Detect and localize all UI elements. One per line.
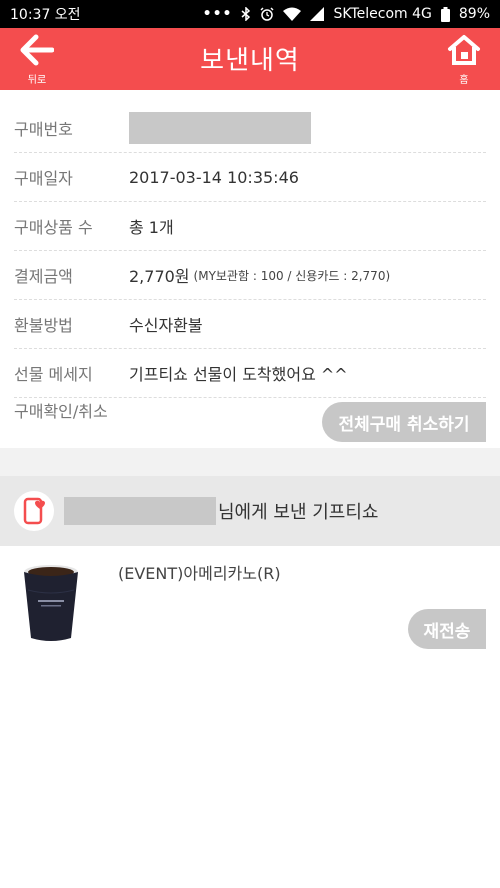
gift-message-value: 기프티쇼 선물이 도착했어요 ^^ (129, 365, 348, 384)
battery-icon (440, 6, 450, 22)
refund-method-row: 환불방법 수신자환불 (14, 300, 486, 349)
status-bar: 10:37 오전 ••• SKTelecom 4G 89% (0, 0, 500, 28)
more-dots-icon: ••• (202, 6, 233, 22)
section-divider (0, 448, 500, 476)
resend-button[interactable]: 재전송 (408, 609, 486, 649)
recipient-name-masked (64, 497, 216, 525)
payment-value: 2,770원 (129, 267, 190, 286)
confirm-cancel-label: 구매확인/취소 (14, 402, 108, 421)
purchase-date-value: 2017-03-14 10:35:46 (129, 167, 299, 187)
item-count-row: 구매상품 수 총 1개 (14, 202, 486, 251)
refund-method-label: 환불방법 (14, 316, 73, 335)
status-time: 10:37 오전 (10, 7, 81, 23)
signal-icon (310, 7, 325, 21)
payment-label: 결제금액 (14, 267, 73, 286)
home-label: 홈 (459, 75, 469, 86)
refund-method-value: 수신자환불 (129, 316, 203, 335)
item-count-label: 구매상품 수 (14, 218, 93, 237)
payment-detail: (MY보관함 : 100 / 신용카드 : 2,770) (193, 268, 391, 283)
order-number-masked (129, 112, 311, 144)
bluetooth-icon (241, 7, 251, 21)
gift-product-name[interactable]: (EVENT)아메리카노(R) (118, 560, 281, 584)
recipient-suffix: 님에게 보낸 기프티쇼 (218, 502, 379, 523)
battery-percent: 89% (458, 6, 490, 22)
cancel-all-purchase-button[interactable]: 전체구매 취소하기 (322, 402, 486, 442)
purchase-date-label: 구매일자 (14, 169, 73, 188)
order-number-row: 구매번호 (14, 104, 486, 153)
app-header: 뒤로 보낸내역 홈 (0, 28, 500, 90)
recipient-bar: 님에게 보낸 기프티쇼 (0, 476, 500, 546)
home-icon (447, 34, 481, 70)
home-button[interactable]: 홈 (444, 34, 484, 86)
wifi-icon (283, 7, 302, 21)
payment-row: 결제금액 2,770원 (MY보관함 : 100 / 신용카드 : 2,770) (14, 251, 486, 300)
gift-phone-icon (14, 491, 54, 531)
gift-message-row: 선물 메세지 기프티쇼 선물이 도착했어요 ^^ (14, 349, 486, 398)
gift-message-label: 선물 메세지 (14, 365, 93, 384)
item-count-value: 총 1개 (129, 218, 174, 237)
carrier-label: SKTelecom 4G (333, 6, 432, 22)
page-title: 보낸내역 (200, 46, 300, 76)
purchase-date-row: 구매일자 2017-03-14 10:35:46 (14, 153, 486, 202)
alarm-icon (260, 7, 275, 21)
coffee-cup-icon (22, 560, 80, 644)
order-number-label: 구매번호 (14, 120, 73, 139)
